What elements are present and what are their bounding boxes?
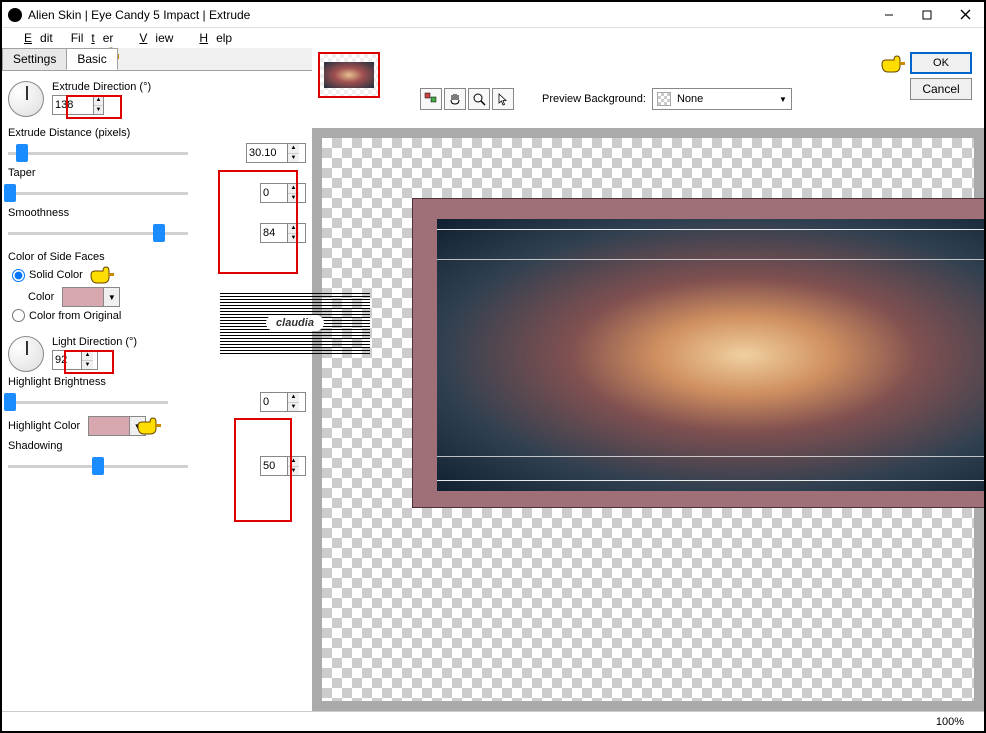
taper-label: Taper	[8, 167, 306, 179]
extrude-distance-input[interactable]: ▲▼	[246, 143, 306, 163]
extrude-distance-slider[interactable]	[8, 152, 188, 155]
status-bar: 100%	[2, 711, 984, 731]
zoom-tool[interactable]	[468, 88, 490, 110]
cancel-button[interactable]: Cancel	[910, 78, 972, 100]
extrude-preview-object	[412, 198, 984, 508]
highlight-brightness-input[interactable]: ▲▼	[260, 392, 306, 412]
pointer-tool[interactable]	[492, 88, 514, 110]
menu-edit[interactable]: Edit	[8, 29, 61, 47]
tab-basic[interactable]: Basic	[66, 48, 117, 70]
menu-help[interactable]: Help	[183, 29, 240, 47]
preview-bg-select[interactable]: None ▼	[652, 88, 792, 110]
preview-bg-label: Preview Background:	[542, 93, 646, 105]
preview-canvas[interactable]	[312, 128, 984, 711]
minimize-button[interactable]	[870, 3, 908, 27]
highlight-color-label: Highlight Color	[8, 420, 80, 432]
side-faces-header: Color of Side Faces	[8, 251, 306, 263]
extrude-direction-label: Extrude Direction (°)	[52, 81, 306, 93]
smoothness-slider[interactable]	[8, 232, 188, 235]
close-button[interactable]	[946, 3, 984, 27]
ok-button[interactable]: OK	[910, 52, 972, 74]
extrude-distance-label: Extrude Distance (pixels)	[8, 127, 306, 139]
zoom-level: 100%	[936, 716, 964, 728]
transparency-icon	[657, 92, 671, 106]
extrude-direction-dial[interactable]	[8, 81, 44, 117]
spinner-buttons[interactable]: ▲▼	[93, 96, 103, 114]
chevron-down-icon[interactable]: ▼	[103, 288, 119, 306]
menu-filter[interactable]: Filter	[63, 29, 122, 47]
color-sampler-tool[interactable]	[420, 88, 442, 110]
menu-bar: Edit Filter View Help	[2, 28, 984, 48]
pointer-annotation-icon	[89, 265, 115, 285]
app-logo-icon	[8, 8, 22, 22]
smoothness-input[interactable]: ▲▼	[260, 223, 306, 243]
tab-settings[interactable]: Settings	[2, 48, 67, 70]
taper-input[interactable]: ▲▼	[260, 183, 306, 203]
highlight-color-picker[interactable]: ▼	[88, 416, 146, 436]
maximize-button[interactable]	[908, 3, 946, 27]
chevron-down-icon: ▼	[779, 95, 787, 104]
light-direction-dial[interactable]	[8, 336, 44, 372]
preview-toolbar	[420, 88, 514, 110]
smoothness-label: Smoothness	[8, 207, 306, 219]
extrude-direction-input[interactable]: ▲▼	[52, 95, 104, 115]
shadowing-slider[interactable]	[8, 465, 188, 468]
highlight-brightness-slider[interactable]	[8, 401, 168, 404]
title-bar: Alien Skin | Eye Candy 5 Impact | Extrud…	[2, 2, 984, 28]
pointer-annotation-icon	[880, 54, 906, 74]
solid-color-radio[interactable]: Solid Color	[8, 265, 306, 285]
side-face-color-picker[interactable]: ▼	[62, 287, 120, 307]
settings-panel: Settings Basic Extrude Direction (°) ▲▼	[2, 48, 312, 711]
shadowing-label: Shadowing	[8, 440, 306, 452]
thumbnail-preview[interactable]	[318, 52, 380, 98]
color-label: Color	[28, 291, 54, 303]
taper-slider[interactable]	[8, 192, 188, 195]
hand-tool[interactable]	[444, 88, 466, 110]
chevron-down-icon[interactable]: ▼	[129, 417, 145, 435]
light-direction-input[interactable]: ▲▼	[52, 350, 98, 370]
highlight-brightness-label: Highlight Brightness	[8, 376, 306, 388]
watermark: claudia	[220, 292, 370, 354]
preview-area: Preview Background: None ▼ OK Cancel	[312, 48, 984, 711]
menu-view[interactable]: View	[123, 29, 181, 47]
tab-strip: Settings Basic	[2, 48, 312, 71]
window-title: Alien Skin | Eye Candy 5 Impact | Extrud…	[28, 8, 870, 22]
shadowing-input[interactable]: ▲▼	[260, 456, 306, 476]
